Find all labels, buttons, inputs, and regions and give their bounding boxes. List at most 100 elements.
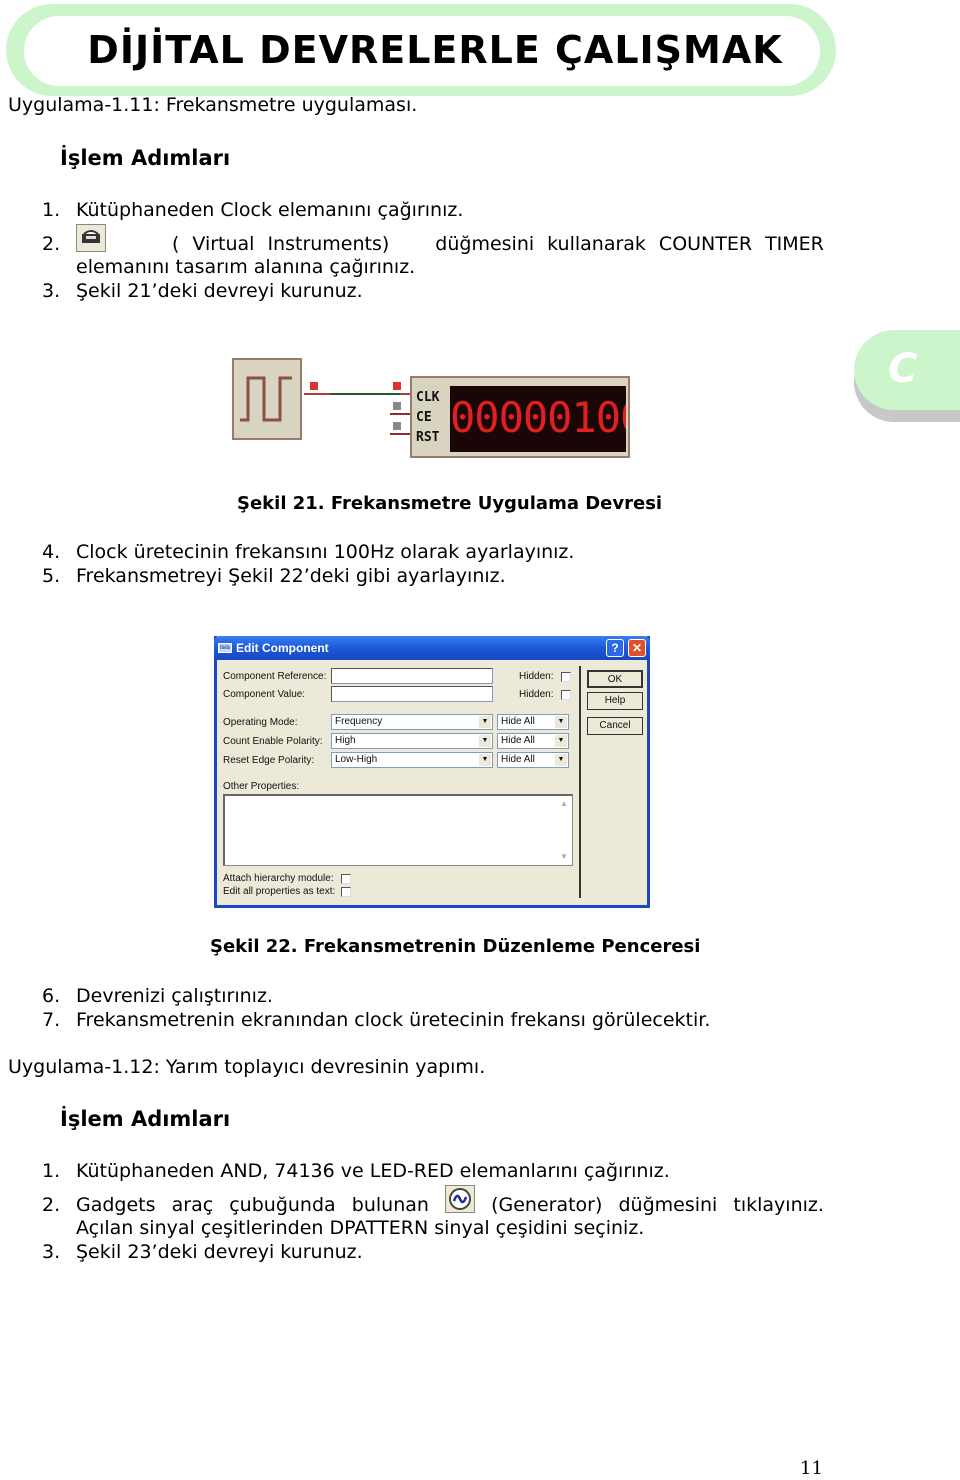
pin-label: CLK	[416, 390, 440, 405]
close-icon[interactable]: ✕	[628, 639, 646, 657]
step-text-continued: Açılan sinyal çeşitlerinden DPATTERN sin…	[76, 1217, 645, 1239]
generator-icon	[445, 1185, 475, 1213]
edit-component-dialog: isis Edit Component ? ✕ Component Refere…	[214, 636, 650, 908]
chevron-down-icon[interactable]: ▼	[555, 754, 567, 766]
word: araç	[171, 1194, 214, 1216]
chevron-down-icon[interactable]: ▼	[479, 754, 491, 766]
step-number: 1.	[42, 199, 61, 221]
figure-caption: Şekil 22. Frekansmetrenin Düzenleme Penc…	[210, 936, 701, 957]
word: düğmesini	[618, 1194, 718, 1216]
step-number: 6.	[42, 985, 61, 1007]
step-number: 3.	[42, 1241, 61, 1263]
step-text: Devrenizi çalıştırınız.	[76, 985, 273, 1007]
step-number: 2.	[42, 233, 61, 255]
word: (Generator)	[491, 1194, 603, 1216]
component-reference-label: Component Reference:	[223, 671, 327, 682]
selected-value: High	[335, 735, 356, 746]
page-title: DİJİTAL DEVRELERLE ÇALIŞMAK	[87, 28, 783, 72]
component-value-label: Component Value:	[223, 689, 306, 700]
step-text: Frekansmetreyi Şekil 22’deki gibi ayarla…	[76, 565, 506, 587]
chevron-down-icon[interactable]: ▼	[555, 735, 567, 747]
step-number: 7.	[42, 1009, 61, 1031]
chevron-down-icon[interactable]: ▼	[479, 735, 491, 747]
step-text: Şekil 21’deki devreyi kurunuz.	[76, 280, 363, 302]
counter-timer: CLK CE RST 00000100	[410, 376, 630, 458]
step-text: ( Virtual Instruments) düğmesini kullana…	[76, 224, 824, 256]
selected-value: Low-High	[335, 754, 378, 765]
word: bulunan	[351, 1194, 429, 1216]
step-text: Kütüphaneden AND, 74136 ve LED-RED elema…	[76, 1160, 670, 1182]
step-number: 3.	[42, 280, 61, 302]
steps-heading: İşlem Adımları	[60, 1107, 231, 1131]
step-text: Frekansmetrenin ekranından clock üreteci…	[76, 1009, 711, 1031]
chevron-down-icon[interactable]: ▼	[555, 716, 567, 728]
rst-pin-state	[393, 422, 401, 430]
selected-value: Hide All	[501, 754, 535, 765]
count-enable-visibility-select[interactable]: Hide All ▼	[497, 733, 569, 749]
chapter-letter: C	[888, 346, 918, 392]
step-number: 2.	[42, 1194, 61, 1216]
word: (	[171, 233, 180, 255]
attach-hierarchy-label: Attach hierarchy module:	[223, 873, 334, 884]
cancel-button[interactable]: Cancel	[587, 717, 643, 735]
selected-value: Hide All	[501, 716, 535, 727]
selected-value: Frequency	[335, 716, 383, 727]
edit-all-label: Edit all properties as text:	[223, 886, 336, 897]
selected-value: Hide All	[501, 735, 535, 746]
page-number: 11	[800, 1458, 823, 1479]
operating-mode-select[interactable]: Frequency ▼	[331, 714, 493, 730]
section-title: Uygulama-1.12: Yarım toplayıcı devresini…	[8, 1056, 486, 1078]
chapter-tab: C	[854, 330, 960, 410]
word: TIMER	[765, 233, 824, 255]
dialog-titlebar[interactable]: isis Edit Component ? ✕	[214, 636, 650, 660]
step-text: Kütüphaneden Clock elemanını çağırınız.	[76, 199, 464, 221]
reset-edge-visibility-select[interactable]: Hide All ▼	[497, 752, 569, 768]
reference-hidden-checkbox[interactable]	[561, 672, 571, 682]
word: çubuğunda	[229, 1194, 336, 1216]
section-title: Uygulama-1.11: Frekansmetre uygulaması.	[8, 94, 418, 116]
step-text: Şekil 23’deki devreyi kurunuz.	[76, 1241, 363, 1263]
reset-edge-select[interactable]: Low-High ▼	[331, 752, 493, 768]
other-properties-textarea[interactable]: ▲ ▼	[223, 794, 573, 866]
steps-heading: İşlem Adımları	[60, 146, 231, 170]
hidden-label: Hidden:	[519, 689, 554, 700]
ok-button[interactable]: OK	[587, 670, 643, 688]
operating-mode-visibility-select[interactable]: Hide All ▼	[497, 714, 569, 730]
step-text-continued: elemanını tasarım alanına çağırınız.	[76, 256, 416, 278]
pin-label: RST	[416, 430, 440, 445]
other-properties-label: Other Properties:	[223, 781, 300, 792]
scroll-down-icon[interactable]: ▼	[558, 851, 570, 863]
word: düğmesini	[435, 233, 535, 255]
counter-display: 00000100	[450, 386, 626, 452]
count-enable-select[interactable]: High ▼	[331, 733, 493, 749]
value-hidden-checkbox[interactable]	[561, 690, 571, 700]
hidden-label: Hidden:	[519, 671, 554, 682]
frequency-meter-circuit: CLK CE RST 00000100	[230, 356, 632, 460]
step-number: 1.	[42, 1160, 61, 1182]
word: Gadgets	[76, 1194, 156, 1216]
word: tıklayınız.	[733, 1194, 824, 1216]
step-number: 5.	[42, 565, 61, 587]
clk-pin-state	[393, 382, 401, 390]
attach-hierarchy-checkbox[interactable]	[341, 874, 351, 884]
component-value-input[interactable]	[331, 686, 493, 702]
divider	[579, 666, 581, 898]
scroll-up-icon[interactable]: ▲	[558, 798, 570, 810]
word: COUNTER	[658, 233, 753, 255]
chevron-down-icon[interactable]: ▼	[479, 716, 491, 728]
pin-label: CE	[416, 410, 432, 425]
app-icon: isis	[218, 643, 232, 653]
virtual-instruments-icon	[76, 224, 106, 252]
help-button[interactable]: Help	[587, 692, 643, 710]
reset-edge-label: Reset Edge Polarity:	[223, 755, 315, 766]
edit-all-checkbox[interactable]	[341, 887, 351, 897]
word: Virtual	[192, 233, 255, 255]
component-reference-input[interactable]	[331, 668, 493, 684]
step-text: Gadgets araç çubuğunda bulunan (Generato…	[76, 1185, 824, 1217]
ce-pin-state	[393, 402, 401, 410]
clock-output-pin	[310, 382, 318, 390]
word: kullanarak	[547, 233, 646, 255]
word: Instruments)	[267, 233, 390, 255]
help-icon[interactable]: ?	[606, 639, 624, 657]
step-text: Clock üretecinin frekansını 100Hz olarak…	[76, 541, 575, 563]
